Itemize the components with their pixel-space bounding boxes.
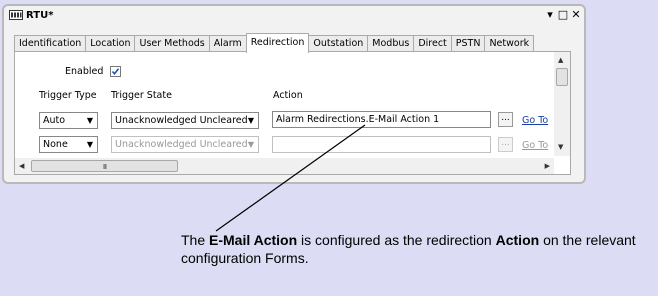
callout-bold-email-action: E-Mail Action	[209, 232, 298, 248]
callout-text: The E-Mail Action is configured as the r…	[181, 231, 651, 267]
tab-redirection[interactable]: Redirection	[245, 33, 310, 53]
callout-part2: is configured as the redirection	[297, 232, 496, 248]
callout-bold-action: Action	[495, 232, 540, 248]
callout-part1: The	[181, 232, 210, 248]
